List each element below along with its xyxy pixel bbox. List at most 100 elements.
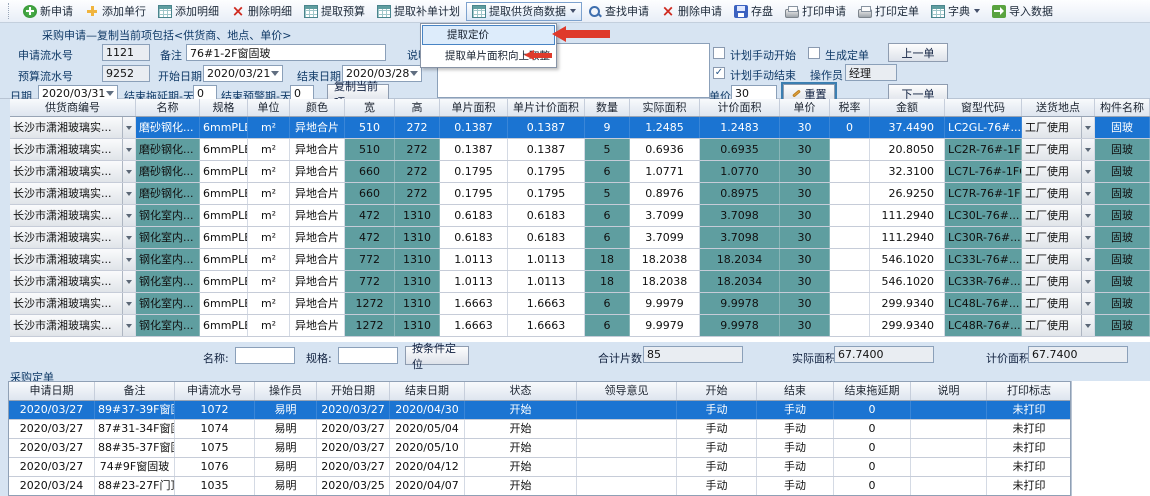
cell: 1310 [395, 315, 440, 336]
chevron-down-icon[interactable] [1081, 139, 1094, 160]
dropdown-cell[interactable]: 工厂使用 [1022, 139, 1095, 160]
dropdown-cell[interactable]: 长沙市潇湘玻璃实... [10, 161, 136, 182]
chevron-down-icon[interactable] [1081, 161, 1094, 182]
toolbar-button-12[interactable]: 打印定单 [852, 2, 925, 21]
dropdown-cell[interactable]: 长沙市潇湘玻璃实... [10, 183, 136, 204]
dropdown-cell[interactable]: 长沙市潇湘玻璃实... [10, 227, 136, 248]
toolbar-button-5[interactable]: 提取预算 [298, 2, 371, 21]
spec-filter-label: 规格: [306, 350, 332, 366]
operator-input[interactable] [845, 64, 897, 81]
table-row[interactable]: 长沙市潇湘玻璃实...钢化室内...6mmPLE...m²异地合片4721310… [10, 227, 1150, 249]
dropdown-cell[interactable]: 工厂使用 [1022, 315, 1095, 336]
chevron-down-icon[interactable] [122, 271, 135, 292]
dropdown-cell[interactable]: 长沙市潇湘玻璃实... [10, 315, 136, 336]
dropdown-cell[interactable]: 长沙市潇湘玻璃实... [10, 117, 136, 138]
cell: 1.2485 [630, 117, 700, 138]
chevron-down-icon[interactable] [122, 139, 135, 160]
cell: 异地合片 [290, 139, 345, 160]
start-date-combo[interactable]: 2020/03/21 [203, 65, 283, 82]
table-row[interactable]: 长沙市潇湘玻璃实...钢化室内...6mmPLE...m²异地合片1272131… [10, 315, 1150, 337]
chevron-down-icon[interactable] [122, 293, 135, 314]
toolbar-button-11[interactable]: 打印申请 [779, 2, 852, 21]
table-row[interactable]: 长沙市潇湘玻璃实...磨砂钢化...6mmPLE...m²异地合片5102720… [10, 117, 1150, 139]
menu-item[interactable]: 提取定价 [422, 25, 555, 45]
toolbar-button-9[interactable]: 删除申请 [655, 2, 728, 21]
dropdown-cell[interactable]: 工厂使用 [1022, 117, 1095, 138]
dropdown-cell-text: 长沙市潇湘玻璃实... [10, 293, 122, 314]
toolbar-button-1[interactable]: 新申请 [17, 2, 79, 21]
remark-input[interactable] [186, 44, 386, 61]
chevron-down-icon[interactable] [1081, 205, 1094, 226]
serial-input[interactable] [102, 44, 150, 61]
table-row[interactable]: 2020/03/2789#37-39F窗固玻1072易明2020/03/2720… [9, 401, 1070, 420]
toolbar-button-13[interactable]: 字典 [925, 2, 986, 21]
table-row[interactable]: 2020/03/2488#23-27F门顶玻1035易明2020/03/2520… [9, 477, 1070, 496]
dropdown-cell[interactable]: 长沙市潇湘玻璃实... [10, 139, 136, 160]
cell: m² [248, 249, 290, 270]
toolbar-button-4[interactable]: 删除明细 [225, 2, 298, 21]
cell: 5 [585, 183, 630, 204]
column-header: 金额 [870, 99, 945, 116]
chevron-down-icon[interactable] [122, 249, 135, 270]
table-row[interactable]: 长沙市潇湘玻璃实...钢化室内...6mmPLE...m²异地合片1272131… [10, 293, 1150, 315]
column-header: 操作员 [255, 382, 317, 400]
dropdown-cell[interactable]: 工厂使用 [1022, 227, 1095, 248]
table-row[interactable]: 2020/03/2774#9F窗固玻1076易明2020/03/272020/0… [9, 458, 1070, 477]
cell: 1035 [175, 477, 255, 495]
table-row[interactable]: 长沙市潇湘玻璃实...钢化室内...6mmPLE...m²异地合片4721310… [10, 205, 1150, 227]
spec-filter-input[interactable] [338, 347, 398, 364]
chevron-down-icon[interactable] [1081, 293, 1094, 314]
cell: 异地合片 [290, 315, 345, 336]
toolbar-button-7[interactable]: 提取供货商数据 [466, 2, 582, 21]
toolbar-button-10[interactable]: 存盘 [728, 2, 779, 21]
prev-order-button[interactable]: 上一单 [888, 43, 948, 62]
dropdown-cell[interactable]: 长沙市潇湘玻璃实... [10, 205, 136, 226]
chevron-down-icon[interactable] [122, 117, 135, 138]
toolbar-button-6[interactable]: 提取补单计划 [371, 2, 466, 21]
chevron-down-icon[interactable] [1081, 315, 1094, 336]
dropdown-cell[interactable]: 长沙市潇湘玻璃实... [10, 271, 136, 292]
chevron-down-icon[interactable] [122, 183, 135, 204]
dropdown-cell[interactable]: 工厂使用 [1022, 161, 1095, 182]
cell: 固玻 [1095, 183, 1150, 204]
chevron-down-icon[interactable] [1081, 271, 1094, 292]
chevron-down-icon[interactable] [122, 205, 135, 226]
toolbar-button-label: 打印定单 [875, 3, 919, 19]
chevron-down-icon[interactable] [122, 315, 135, 336]
chevron-down-icon[interactable] [122, 161, 135, 182]
toolbar-button-3[interactable]: 添加明细 [152, 2, 225, 21]
table-row[interactable]: 长沙市潇湘玻璃实...磨砂钢化...6mmPLE...m²异地合片5102720… [10, 139, 1150, 161]
dropdown-cell[interactable]: 长沙市潇湘玻璃实... [10, 293, 136, 314]
locate-by-condition-button[interactable]: 按条件定位 [405, 346, 469, 365]
chevron-down-icon[interactable] [1081, 183, 1094, 204]
dropdown-cell[interactable]: 工厂使用 [1022, 271, 1095, 292]
cell: 546.1020 [870, 271, 945, 292]
manual-end-checkbox[interactable]: ✓ [713, 67, 725, 79]
table-row[interactable]: 长沙市潇湘玻璃实...钢化室内...6mmPLE...m²异地合片7721310… [10, 271, 1150, 293]
table-row[interactable]: 2020/03/2787#31-34F窗固玻1074易明2020/03/2720… [9, 420, 1070, 439]
toolbar-button-8[interactable]: 查找申请 [582, 2, 655, 21]
chevron-down-icon[interactable] [122, 227, 135, 248]
table-row[interactable]: 2020/03/2788#35-37F窗固玻1075易明2020/03/2720… [9, 439, 1070, 458]
table-row[interactable]: 长沙市潇湘玻璃实...磨砂钢化...6mmPLE...m²异地合片6602720… [10, 183, 1150, 205]
dropdown-cell[interactable]: 工厂使用 [1022, 183, 1095, 204]
table-row[interactable]: 长沙市潇湘玻璃实...磨砂钢化...6mmPLE...m²异地合片6602720… [10, 161, 1150, 183]
chevron-down-icon[interactable] [1081, 227, 1094, 248]
generate-order-label: 生成定单 [825, 47, 869, 63]
cell: 1.0771 [630, 161, 700, 182]
chevron-down-icon[interactable] [1081, 117, 1094, 138]
toolbar-button-2[interactable]: 添加单行 [79, 2, 152, 21]
generate-order-checkbox[interactable] [808, 47, 820, 59]
manual-start-checkbox[interactable] [713, 47, 725, 59]
chevron-down-icon[interactable] [1081, 249, 1094, 270]
toolbar-button-14[interactable]: 导入数据 [986, 2, 1059, 21]
cell: 1.2483 [700, 117, 780, 138]
cell: 18 [585, 271, 630, 292]
dropdown-cell[interactable]: 工厂使用 [1022, 249, 1095, 270]
dropdown-cell[interactable]: 工厂使用 [1022, 293, 1095, 314]
dropdown-cell[interactable]: 工厂使用 [1022, 205, 1095, 226]
name-filter-input[interactable] [235, 347, 295, 364]
budget-input[interactable] [102, 65, 150, 82]
dropdown-cell[interactable]: 长沙市潇湘玻璃实... [10, 249, 136, 270]
table-row[interactable]: 长沙市潇湘玻璃实...钢化室内...6mmPLE...m²异地合片7721310… [10, 249, 1150, 271]
